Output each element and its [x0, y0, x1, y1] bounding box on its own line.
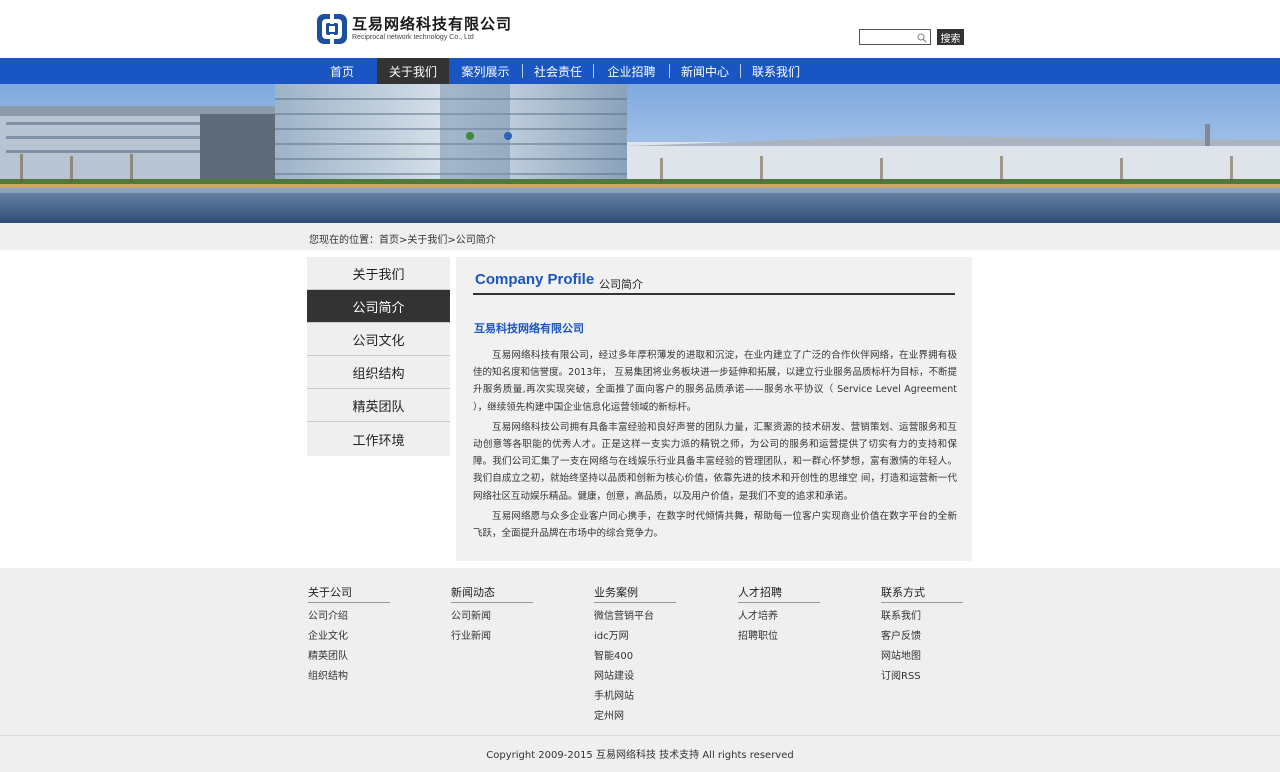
- footer-link[interactable]: 网站建设: [594, 670, 676, 690]
- sidebar-item-structure[interactable]: 组织结构: [307, 356, 450, 389]
- brand-name-en: Reciprocal network technology Co., Ltd: [352, 34, 474, 41]
- footer-link[interactable]: 企业文化: [308, 630, 390, 650]
- content-paragraph: 互易网络科技有限公司，经过多年厚积薄发的进取和沉淀，在业内建立了广泛的合作伙伴网…: [473, 350, 957, 413]
- search-form: 搜索: [859, 29, 964, 46]
- content-heading-en: Company Profile: [475, 271, 595, 288]
- footer-column-news: 新闻动态 公司新闻 行业新闻: [451, 584, 533, 650]
- footer-link[interactable]: 组织结构: [308, 670, 390, 690]
- footer-link[interactable]: 精英团队: [308, 650, 390, 670]
- search-input[interactable]: [860, 31, 916, 46]
- footer-link[interactable]: 网站地图: [881, 650, 963, 670]
- footer-link[interactable]: 招聘职位: [738, 630, 820, 650]
- footer-column-about: 关于公司 公司介绍 企业文化 精英团队 组织结构: [308, 584, 390, 690]
- footer-link[interactable]: 手机网站: [594, 690, 676, 710]
- footer-link[interactable]: 客户反馈: [881, 630, 963, 650]
- search-box: [859, 29, 931, 46]
- sidebar-item-profile[interactable]: 公司简介: [307, 290, 450, 323]
- footer-column-contact: 联系方式 联系我们 客户反馈 网站地图 订阅RSS: [881, 584, 963, 690]
- footer-column-title: 联系方式: [881, 584, 963, 603]
- breadcrumb-bar: 您现在的位置：首页>关于我们>公司简介: [0, 223, 1280, 250]
- search-button[interactable]: 搜索: [937, 29, 964, 45]
- logo[interactable]: 互易网络科技有限公司 Reciprocal network technology…: [316, 13, 512, 45]
- footer-column-title: 业务案例: [594, 584, 676, 603]
- breadcrumb: 您现在的位置：首页>关于我们>公司简介: [309, 235, 496, 246]
- content-panel: Company Profile 公司简介 互易科技网络有限公司 互易网络科技有限…: [456, 257, 972, 561]
- sidebar-item-culture[interactable]: 公司文化: [307, 323, 450, 356]
- nav-item-jobs[interactable]: 企业招聘: [594, 58, 669, 84]
- copyright: Copyright 2009-2015 互易网络科技 技术支持 All righ…: [486, 750, 794, 761]
- footer-link[interactable]: 微信营销平台: [594, 610, 676, 630]
- content-heading-cn: 公司简介: [599, 278, 643, 291]
- footer-link[interactable]: 公司新闻: [451, 610, 533, 630]
- footer-column-jobs: 人才招聘 人才培养 招聘职位: [738, 584, 820, 650]
- main-nav: 首页 关于我们 案列展示 社会责任 企业招聘 新闻中心 联系我们: [0, 58, 1280, 84]
- nav-item-home[interactable]: 首页: [307, 58, 377, 84]
- site-header: 互易网络科技有限公司 Reciprocal network technology…: [0, 0, 1280, 58]
- content-paragraph: 互易网络科技公司拥有具备丰富经验和良好声誉的团队力量，汇聚资源的技术研发、营销策…: [473, 421, 957, 502]
- sidebar-menu: 关于我们 公司简介 公司文化 组织结构 精英团队 工作环境: [307, 257, 450, 456]
- footer-link[interactable]: idc万网: [594, 630, 676, 650]
- footer-divider: [0, 735, 1280, 736]
- footer-column-cases: 业务案例 微信营销平台 idc万网 智能400 网站建设 手机网站 定州网: [594, 584, 676, 730]
- sidebar-item-about[interactable]: 关于我们: [307, 257, 450, 290]
- logo-mark-icon: [316, 13, 348, 45]
- nav-item-about[interactable]: 关于我们: [377, 58, 449, 84]
- footer-link[interactable]: 定州网: [594, 710, 676, 730]
- content-header: Company Profile 公司简介: [473, 271, 955, 295]
- content-paragraph: 互易网络愿与众多企业客户同心携手，在数字时代倾情共舞，帮助每一位客户实现商业价值…: [473, 510, 957, 540]
- footer-link[interactable]: 订阅RSS: [881, 670, 963, 690]
- footer-link[interactable]: 联系我们: [881, 610, 963, 630]
- hero-banner: [0, 84, 1280, 223]
- nav-item-news[interactable]: 新闻中心: [670, 58, 740, 84]
- sidebar-item-team[interactable]: 精英团队: [307, 389, 450, 422]
- search-icon[interactable]: [917, 32, 927, 43]
- footer-link[interactable]: 公司介绍: [308, 610, 390, 630]
- content-title: 互易科技网络有限公司: [474, 322, 584, 335]
- nav-item-cases[interactable]: 案列展示: [449, 58, 522, 84]
- nav-item-contact[interactable]: 联系我们: [741, 58, 811, 84]
- content-body: 互易网络科技有限公司，经过多年厚积薄发的进取和沉淀，在业内建立了广泛的合作伙伴网…: [473, 347, 957, 545]
- footer-column-title: 新闻动态: [451, 584, 533, 603]
- footer-column-title: 关于公司: [308, 584, 390, 603]
- footer-link[interactable]: 人才培养: [738, 610, 820, 630]
- nav-item-social[interactable]: 社会责任: [523, 58, 593, 84]
- footer-link[interactable]: 智能400: [594, 650, 676, 670]
- footer-column-title: 人才招聘: [738, 584, 820, 603]
- footer-link[interactable]: 行业新闻: [451, 630, 533, 650]
- brand-name-cn: 互易网络科技有限公司: [352, 15, 513, 33]
- site-footer: 关于公司 公司介绍 企业文化 精英团队 组织结构 新闻动态 公司新闻 行业新闻 …: [0, 568, 1280, 772]
- sidebar-item-environment[interactable]: 工作环境: [307, 422, 450, 456]
